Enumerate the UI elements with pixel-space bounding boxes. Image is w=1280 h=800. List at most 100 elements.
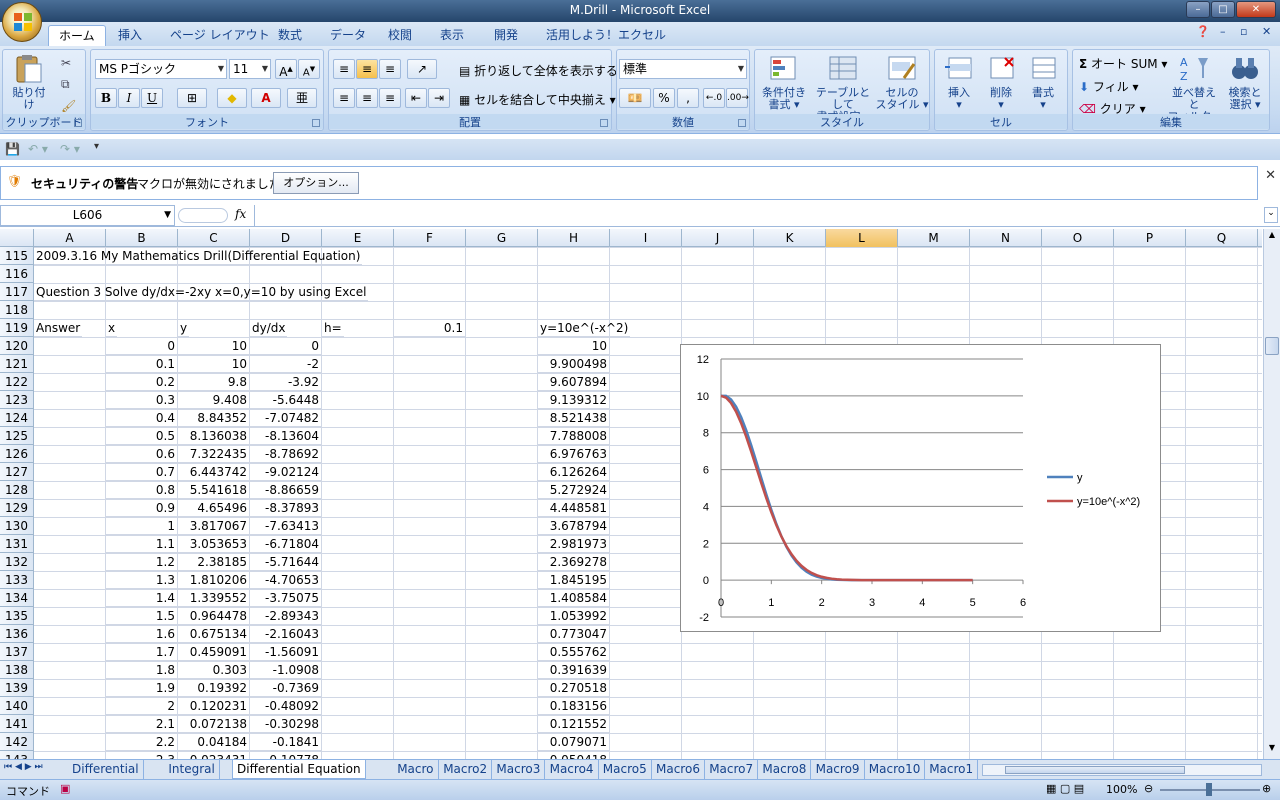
cell-b121[interactable]: 0.1 <box>106 355 178 373</box>
cell-a115[interactable]: 2009.3.16 My Mathematics Drill(Different… <box>34 247 363 265</box>
cell-b134[interactable]: 1.4 <box>106 589 178 607</box>
fill-color-icon[interactable]: ◆ <box>217 88 247 108</box>
paste-button[interactable]: 貼り付け <box>9 54 49 111</box>
close-button[interactable]: ✕ <box>1236 1 1276 18</box>
column-header-q[interactable]: Q <box>1186 229 1258 247</box>
cell-a117[interactable]: Question 3 Solve dy/dx=-2xy x=0,y=10 by … <box>34 283 369 301</box>
cell-b123[interactable]: 0.3 <box>106 391 178 409</box>
cell-b130[interactable]: 1 <box>106 517 178 535</box>
column-header-i[interactable]: I <box>610 229 682 247</box>
cell-h126[interactable]: 6.976763 <box>538 445 610 463</box>
row-header[interactable]: 124 <box>0 409 34 427</box>
cell-d126[interactable]: -8.78692 <box>250 445 322 463</box>
cell-b120[interactable]: 0 <box>106 337 178 355</box>
name-box[interactable]: L606 ▼ <box>0 205 175 226</box>
cell-h142[interactable]: 0.079071 <box>538 733 610 751</box>
number-format-combo[interactable]: 標準 ▼ <box>619 59 747 79</box>
align-right-icon[interactable]: ≡ <box>379 88 401 108</box>
cell-d122[interactable]: -3.92 <box>250 373 322 391</box>
align-center-icon[interactable]: ≡ <box>356 88 378 108</box>
cell-d125[interactable]: -8.13604 <box>250 427 322 445</box>
row-header[interactable]: 131 <box>0 535 34 553</box>
alignment-launcher[interactable] <box>600 119 608 127</box>
row-header[interactable]: 118 <box>0 301 34 319</box>
cell-h140[interactable]: 0.183156 <box>538 697 610 715</box>
cell-d132[interactable]: -5.71644 <box>250 553 322 571</box>
delete-cells-button[interactable]: 削除 ▾ <box>981 54 1021 111</box>
column-header-b[interactable]: B <box>106 229 178 247</box>
cell-d128[interactable]: -8.86659 <box>250 481 322 499</box>
cell-d141[interactable]: -0.30298 <box>250 715 322 733</box>
cell-c127[interactable]: 6.443742 <box>178 463 250 481</box>
cell-c128[interactable]: 5.541618 <box>178 481 250 499</box>
sheet-tab-macro5[interactable]: Macro5 <box>599 760 652 779</box>
cell-b141[interactable]: 2.1 <box>106 715 178 733</box>
cell-c122[interactable]: 9.8 <box>178 373 250 391</box>
cell-c135[interactable]: 0.964478 <box>178 607 250 625</box>
tab-formulas[interactable]: 数式 <box>268 25 312 46</box>
orientation-icon[interactable]: ↗ <box>407 59 437 79</box>
cell-c140[interactable]: 0.120231 <box>178 697 250 715</box>
align-bottom-icon[interactable]: ≡ <box>379 59 401 79</box>
copy-icon[interactable]: ⧉ <box>61 77 70 92</box>
number-launcher[interactable] <box>738 119 746 127</box>
cell-e119[interactable]: h= <box>322 319 344 337</box>
expand-formula-bar-icon[interactable]: ⌄ <box>1264 207 1278 223</box>
line-chart[interactable]: -2 0 2 4 6 8 10 12 0 1 2 3 4 5 6 y y=10e^(-x^2) <box>680 344 1161 632</box>
sheet-tab-macro10[interactable]: Macro10 <box>865 760 926 779</box>
cell-a119[interactable]: Answer <box>34 319 83 337</box>
minimize-button[interactable]: – <box>1186 1 1210 18</box>
cell-c124[interactable]: 8.84352 <box>178 409 250 427</box>
row-header[interactable]: 123 <box>0 391 34 409</box>
decrease-decimal-icon[interactable]: .00→ <box>726 88 749 108</box>
font-launcher[interactable] <box>312 119 320 127</box>
row-header[interactable]: 119 <box>0 319 34 337</box>
help-icon[interactable]: ❓ <box>1196 25 1210 38</box>
format-as-table-button[interactable]: テーブルとして書式設定 ▾ <box>811 54 875 123</box>
sheet-tab-macro2[interactable]: Macro2 <box>439 760 493 779</box>
cell-d131[interactable]: -6.71804 <box>250 535 322 553</box>
cell-b119[interactable]: x <box>106 319 118 337</box>
cell-b132[interactable]: 1.2 <box>106 553 178 571</box>
cell-h139[interactable]: 0.270518 <box>538 679 610 697</box>
close-message-bar-icon[interactable]: ✕ <box>1265 168 1276 183</box>
sheet-tab-macro[interactable]: Macro <box>393 760 439 779</box>
column-header-l[interactable]: L <box>826 229 898 247</box>
row-header[interactable]: 117 <box>0 283 34 301</box>
row-header[interactable]: 132 <box>0 553 34 571</box>
cell-d139[interactable]: -0.7369 <box>250 679 322 697</box>
save-icon[interactable]: 💾 <box>5 142 20 156</box>
zoom-slider-thumb[interactable] <box>1206 783 1212 796</box>
cell-h143[interactable]: 0.050418 <box>538 751 610 759</box>
sheet-tab-macro4[interactable]: Macro4 <box>546 760 599 779</box>
cell-b135[interactable]: 1.5 <box>106 607 178 625</box>
row-header[interactable]: 128 <box>0 481 34 499</box>
cell-d136[interactable]: -2.16043 <box>250 625 322 643</box>
conditional-format-button[interactable]: 条件付き 書式 ▾ <box>757 54 811 111</box>
format-cells-button[interactable]: 書式 ▾ <box>1023 54 1063 111</box>
cell-d134[interactable]: -3.75075 <box>250 589 322 607</box>
row-header[interactable]: 143 <box>0 751 34 759</box>
cell-h129[interactable]: 4.448581 <box>538 499 610 517</box>
maximize-button[interactable]: □ <box>1211 1 1235 18</box>
tab-page-layout[interactable]: ページ レイアウト <box>160 25 280 46</box>
cell-d143[interactable]: -0.10778 <box>250 751 322 759</box>
row-header[interactable]: 136 <box>0 625 34 643</box>
macro-options-button[interactable]: オプション... <box>273 172 359 194</box>
row-header[interactable]: 116 <box>0 265 34 283</box>
cell-b127[interactable]: 0.7 <box>106 463 178 481</box>
cell-b125[interactable]: 0.5 <box>106 427 178 445</box>
sheet-tab-macro6[interactable]: Macro6 <box>652 760 705 779</box>
increase-decimal-icon[interactable]: ←.0 <box>703 88 725 108</box>
bold-button[interactable]: B <box>95 88 117 108</box>
cell-d142[interactable]: -0.1841 <box>250 733 322 751</box>
align-middle-icon[interactable]: ≡ <box>356 59 378 79</box>
cell-b139[interactable]: 1.9 <box>106 679 178 697</box>
font-color-icon[interactable]: A <box>251 88 281 108</box>
select-all-corner[interactable] <box>0 229 34 247</box>
cell-h141[interactable]: 0.121552 <box>538 715 610 733</box>
cell-c139[interactable]: 0.19392 <box>178 679 250 697</box>
scroll-down-icon[interactable]: ▼ <box>1265 743 1279 757</box>
italic-button[interactable]: I <box>118 88 140 108</box>
tab-developer[interactable]: 開発 <box>484 25 528 46</box>
